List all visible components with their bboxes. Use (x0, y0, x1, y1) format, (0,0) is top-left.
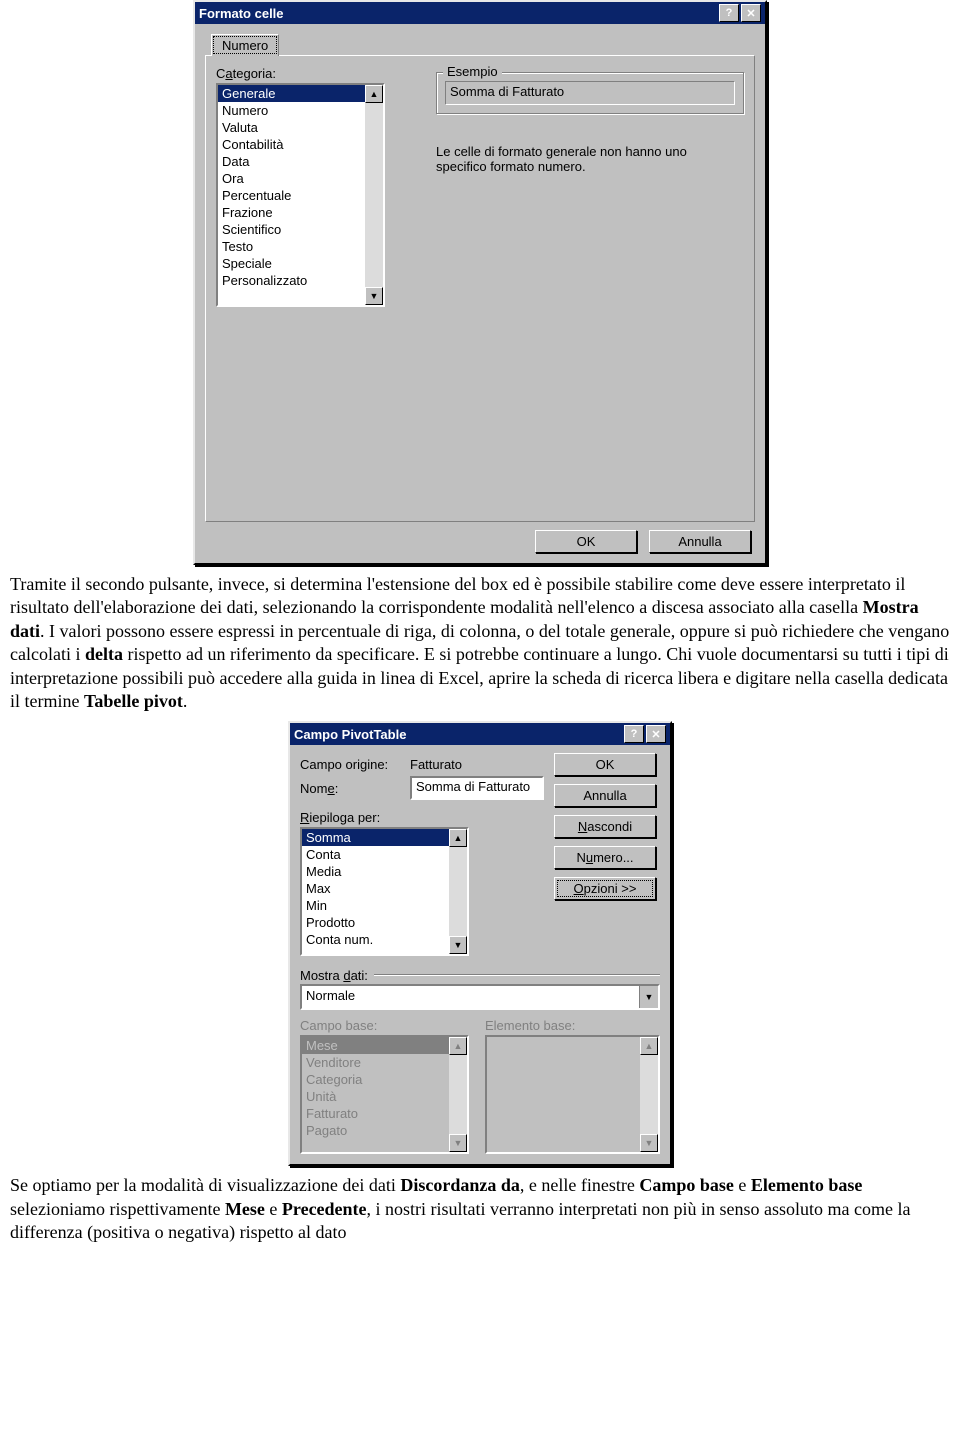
mostra-dati-value: Normale (302, 986, 639, 1008)
list-item[interactable]: Media (302, 863, 467, 880)
dialog1-titlebar[interactable]: Formato celle ? ✕ (195, 2, 765, 24)
scroll-up-icon: ▲ (449, 1037, 467, 1055)
list-item: Venditore (302, 1054, 467, 1071)
help-icon[interactable]: ? (719, 4, 739, 22)
esempio-legend: Esempio (443, 64, 502, 79)
list-item[interactable]: Conta (302, 846, 467, 863)
dialog1-title: Formato celle (199, 6, 717, 21)
elemento-base-listbox: ▲ ▼ (485, 1035, 660, 1154)
body-paragraph-1: Tramite il secondo pulsante, invece, si … (10, 573, 950, 713)
list-item[interactable]: Speciale (218, 255, 383, 272)
ok-button[interactable]: OK (535, 530, 637, 553)
list-item[interactable]: Numero (218, 102, 383, 119)
list-item[interactable]: Scientifico (218, 221, 383, 238)
help-icon[interactable]: ? (624, 725, 644, 743)
list-item: Unità (302, 1088, 467, 1105)
campo-origine-value: Fatturato (410, 757, 462, 772)
scroll-down-icon: ▼ (640, 1134, 658, 1152)
tab-numero[interactable]: Numero (211, 34, 279, 56)
scrollbar[interactable]: ▲ ▼ (449, 829, 467, 954)
campo-base-label: Campo base: (300, 1018, 475, 1033)
list-item[interactable]: Generale (218, 85, 383, 102)
ok-button[interactable]: OK (554, 753, 656, 776)
categoria-listbox[interactable]: Generale Numero Valuta Contabilità Data … (216, 83, 385, 307)
list-item[interactable]: Conta num. (302, 931, 467, 948)
scroll-up-icon[interactable]: ▲ (365, 85, 383, 103)
close-icon[interactable]: ✕ (646, 725, 666, 743)
categoria-label: Categoria: (216, 66, 416, 81)
nascondi-button[interactable]: Nascondi (554, 815, 656, 838)
list-item: Fatturato (302, 1105, 467, 1122)
scrollbar: ▲ ▼ (640, 1037, 658, 1152)
opzioni-button[interactable]: Opzioni >> (554, 877, 656, 900)
tab-panel: Categoria: Generale Numero Valuta Contab… (205, 55, 755, 522)
nome-input[interactable]: Somma di Fatturato (410, 776, 544, 800)
format-description: Le celle di formato generale non hanno u… (436, 144, 696, 174)
mostra-dati-label: Mostra dati: (300, 968, 368, 983)
list-item[interactable]: Ora (218, 170, 383, 187)
campo-pivottable-dialog: Campo PivotTable ? ✕ Campo origine: Fatt… (288, 721, 672, 1166)
list-item[interactable]: Contabilità (218, 136, 383, 153)
mostra-dati-combo[interactable]: Normale ▼ (300, 984, 660, 1010)
riepiloga-label: Riepiloga per: (300, 810, 544, 825)
scroll-up-icon[interactable]: ▲ (449, 829, 467, 847)
list-item[interactable]: Data (218, 153, 383, 170)
numero-button[interactable]: Numero... (554, 846, 656, 869)
scroll-down-icon[interactable]: ▼ (449, 936, 467, 954)
scroll-down-icon: ▼ (449, 1134, 467, 1152)
formato-celle-dialog: Formato celle ? ✕ Numero Categoria: Gene… (193, 0, 767, 565)
scroll-down-icon[interactable]: ▼ (365, 287, 383, 305)
nome-label: Nome: (300, 781, 410, 796)
list-item: Mese (302, 1037, 467, 1054)
elemento-base-label: Elemento base: (485, 1018, 660, 1033)
campo-base-listbox: Mese Venditore Categoria Unità Fatturato… (300, 1035, 469, 1154)
annulla-button[interactable]: Annulla (649, 530, 751, 553)
body-paragraph-2: Se optiamo per la modalità di visualizza… (10, 1174, 950, 1244)
esempio-value: Somma di Fatturato (445, 81, 735, 105)
scrollbar[interactable]: ▲ ▼ (365, 85, 383, 305)
riepiloga-listbox[interactable]: Somma Conta Media Max Min Prodotto Conta… (300, 827, 469, 956)
list-item[interactable]: Frazione (218, 204, 383, 221)
list-item[interactable]: Prodotto (302, 914, 467, 931)
scroll-up-icon: ▲ (640, 1037, 658, 1055)
list-item[interactable]: Personalizzato (218, 272, 383, 289)
annulla-button[interactable]: Annulla (554, 784, 656, 807)
chevron-down-icon[interactable]: ▼ (639, 986, 658, 1008)
scrollbar: ▲ ▼ (449, 1037, 467, 1152)
list-item[interactable]: Valuta (218, 119, 383, 136)
campo-origine-label: Campo origine: (300, 757, 410, 772)
dialog2-title: Campo PivotTable (294, 727, 622, 742)
list-item[interactable]: Testo (218, 238, 383, 255)
list-item: Pagato (302, 1122, 467, 1139)
list-item[interactable]: Min (302, 897, 467, 914)
close-icon[interactable]: ✕ (741, 4, 761, 22)
list-item: Categoria (302, 1071, 467, 1088)
esempio-groupbox: Esempio Somma di Fatturato (436, 72, 744, 114)
list-item[interactable]: Percentuale (218, 187, 383, 204)
list-item[interactable]: Max (302, 880, 467, 897)
dialog2-titlebar[interactable]: Campo PivotTable ? ✕ (290, 723, 670, 745)
list-item[interactable]: Somma (302, 829, 467, 846)
